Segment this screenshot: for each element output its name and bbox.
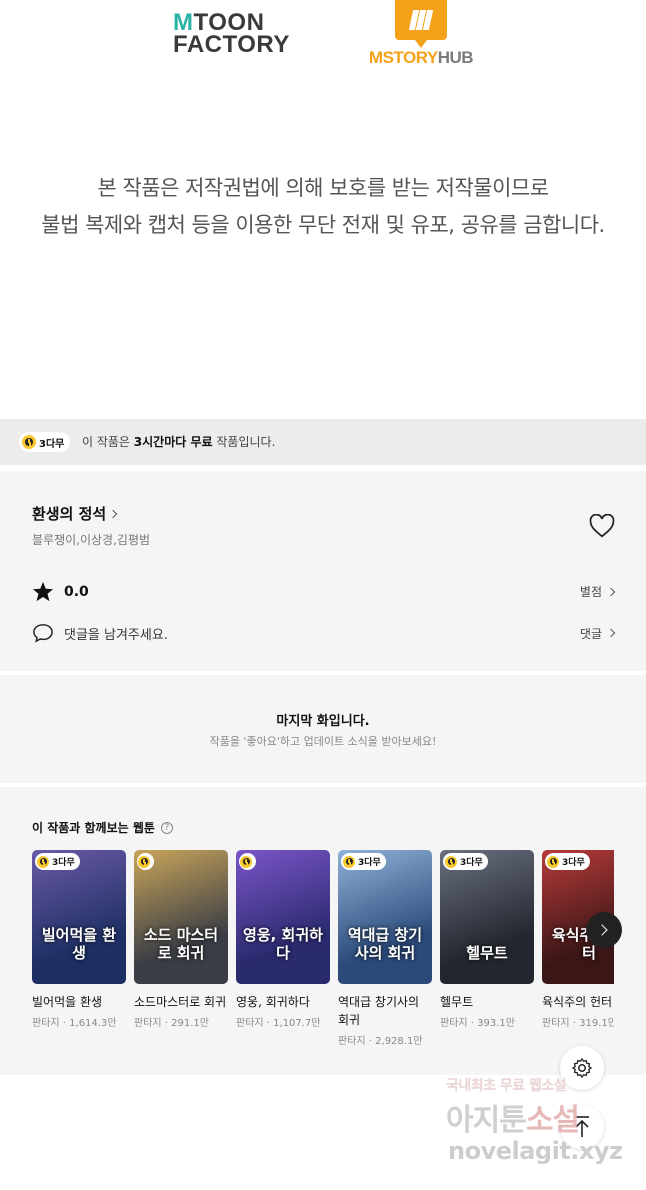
recommendation-title[interactable]: 소드마스터로 회귀 — [134, 993, 228, 1011]
free-badge: 3다무 — [443, 853, 488, 870]
recommendation-title[interactable]: 빌어먹을 환생 — [32, 993, 126, 1011]
cover-title-art: 영웅, 회귀하다 — [243, 926, 323, 962]
copyright-notice: 본 작품은 저작권법에 의해 보호를 받는 저작물이므로 불법 복제와 캡처 등… — [0, 170, 646, 244]
cover-title-art: 역대급 창기사의 회귀 — [347, 926, 423, 962]
clock-icon — [547, 855, 559, 868]
star-icon — [32, 581, 54, 602]
recommendation-meta: 판타지 · 393.1만 — [440, 1018, 515, 1029]
recommendation-title[interactable]: 영웅, 회귀하다 — [236, 993, 330, 1011]
recommendations-heading: 이 작품과 함께보는 웹툰 ? — [32, 819, 173, 836]
mstoryhub-logo: MSTORYHUB — [366, 0, 476, 72]
free-badge: 3다무 — [545, 853, 590, 870]
chevron-right-icon — [108, 509, 118, 518]
comment-link[interactable]: 댓글 — [580, 625, 616, 642]
copyright-line-1: 본 작품은 저작권법에 의해 보호를 받는 저작물이므로 — [97, 176, 549, 200]
rating-link[interactable]: 별점 — [580, 583, 616, 600]
recommendation-cover[interactable]: 소드 마스터로 회귀 — [134, 850, 228, 984]
cover-title-art: 헬무트 — [466, 944, 508, 962]
cover-title-art: 빌어먹을 환생 — [41, 926, 117, 962]
recommendation-meta: 판타지 · 291.1만 — [134, 1018, 209, 1029]
rating-value: 0.0 — [64, 583, 89, 600]
recommendations-panel: 이 작품과 함께보는 웹툰 ? 3다무 빌어먹을 환생 빌어먹을 환생 판타지 · 1… — [0, 787, 646, 1075]
free-badge: 3다무 — [35, 853, 80, 870]
clock-icon — [240, 855, 252, 868]
free-badge: 3다무 — [19, 432, 71, 452]
free-badge: 3다무 — [341, 853, 386, 870]
clock-icon — [445, 855, 457, 868]
clock-icon — [22, 435, 36, 449]
chevron-right-icon — [606, 587, 616, 596]
recommendation-card[interactable]: 3다무 헬무트 헬무트 판타지 · 393.1만 — [440, 850, 534, 1029]
work-title: 환생의 정석 — [32, 505, 107, 523]
rating-row: 0.0 별점 — [32, 581, 616, 602]
recommendation-cover[interactable]: 영웅, 회귀하다 — [236, 850, 330, 984]
free-info-text: 이 작품은 3시간마다 무료 작품입니다. — [82, 435, 276, 449]
recommendation-title[interactable]: 헬무트 — [440, 993, 534, 1011]
work-authors: 블루쟁이,이상경,김평범 — [32, 533, 151, 547]
free-badge — [239, 853, 256, 870]
comment-row[interactable]: 댓글을 남겨주세요. 댓글 — [32, 623, 616, 643]
chevron-right-icon — [606, 628, 616, 638]
work-title-link[interactable]: 환생의 정석 — [32, 503, 118, 524]
clock-icon — [37, 855, 49, 868]
mtoon-factory-logo: MTOON FACTORY — [173, 9, 290, 58]
recommendation-cover[interactable]: 3다무빌어먹을 환생 — [32, 850, 126, 984]
recommendation-card[interactable]: 소드 마스터로 회귀소드마스터로 회귀판타지 · 291.1만 — [134, 850, 228, 1029]
chevron-right-icon — [596, 924, 608, 936]
help-icon[interactable]: ? — [160, 821, 173, 834]
work-info-panel: 환생의 정석 블루쟁이,이상경,김평범 0.0 별점 댓글을 남겨주세요. 댓글 — [0, 471, 646, 671]
recommendation-title[interactable]: 육식주의 헌터 — [542, 993, 614, 1011]
free-info-bar: 3다무 이 작품은 3시간마다 무료 작품입니다. — [0, 419, 646, 465]
recommendation-meta: 판타지 · 319.1만 — [542, 1018, 614, 1029]
recommendation-meta: 판타지 · 1,107.7만 — [236, 1018, 321, 1029]
recommendation-card[interactable]: 영웅, 회귀하다 영웅, 회귀하다 판타지 · 1,107.7만 — [236, 850, 330, 1029]
recommendation-title[interactable]: 역대급 창기사의 회귀 — [338, 993, 432, 1029]
carousel-next-button[interactable] — [586, 912, 622, 948]
recommendation-cover[interactable]: 3다무역대급 창기사의 회귀 — [338, 850, 432, 984]
last-episode-title: 마지막 화입니다. — [276, 714, 370, 729]
recommendation-carousel: 3다무 빌어먹을 환생 빌어먹을 환생 판타지 · 1,614.3만 소드 마스터로 회… — [32, 850, 614, 1065]
last-episode-panel: 마지막 화입니다. 작품을 '좋아요'하고 업데이트 소식을 받아보세요! — [0, 675, 646, 783]
heart-icon[interactable] — [589, 514, 615, 538]
page: MTOON FACTORY MSTORYHUB 본 작품은 저작권법에 의해 보… — [0, 0, 646, 1190]
recommendation-cover[interactable]: 3다무헬무트 — [440, 850, 534, 984]
recommendation-card[interactable]: 3다무 역대급 창기사의 회귀 역대급 창기사의 회귀 판타지 · 2,928.1만 — [338, 850, 432, 1047]
recommendation-meta: 판타지 · 2,928.1만 — [338, 1036, 423, 1047]
site-watermark: 국내최초 무료 웹소설 아지툰소설 novelagit.xyz — [446, 1078, 623, 1165]
clock-icon — [138, 855, 150, 868]
recommendation-card[interactable]: 3다무 빌어먹을 환생 빌어먹을 환생 판타지 · 1,614.3만 — [32, 850, 126, 1029]
free-badge — [137, 853, 154, 870]
comment-icon — [33, 624, 53, 643]
cover-title-art: 소드 마스터로 회귀 — [143, 926, 219, 962]
copyright-line-2: 불법 복제와 캡처 등을 이용한 무단 전재 및 유포, 공유를 금합니다. — [41, 213, 605, 237]
clock-icon — [343, 855, 355, 868]
last-episode-subtitle: 작품을 '좋아요'하고 업데이트 소식을 받아보세요! — [209, 735, 437, 748]
recommendation-meta: 판타지 · 1,614.3만 — [32, 1018, 117, 1029]
comment-prompt: 댓글을 남겨주세요. — [64, 627, 168, 643]
